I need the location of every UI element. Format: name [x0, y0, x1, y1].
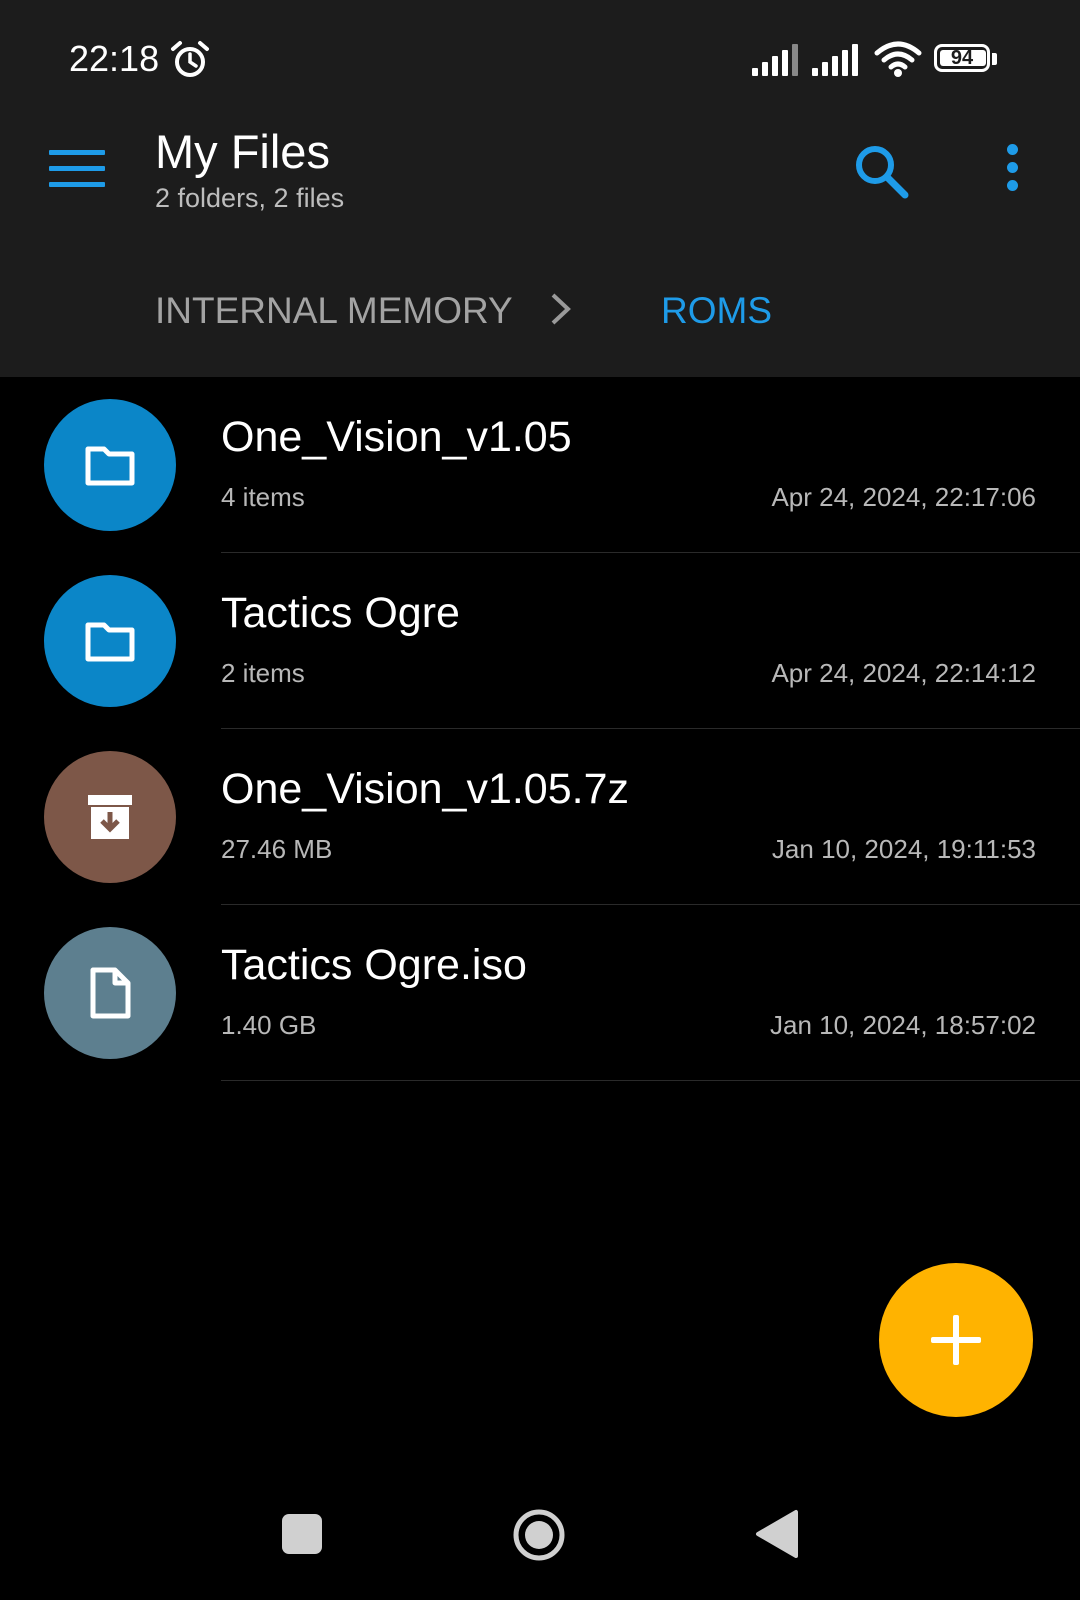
- list-item[interactable]: Tactics Ogre 2 items Apr 24, 2024, 22:14…: [0, 553, 1080, 729]
- search-icon[interactable]: [850, 140, 914, 204]
- file-name: One_Vision_v1.05.7z: [221, 765, 629, 813]
- page-title: My Files: [155, 125, 330, 178]
- file-date: Jan 10, 2024, 18:57:02: [769, 1010, 1036, 1040]
- back-icon[interactable]: [754, 1509, 798, 1559]
- recents-icon[interactable]: [282, 1514, 322, 1554]
- file-date: Apr 24, 2024, 22:14:12: [771, 658, 1036, 688]
- folder-icon: [44, 575, 176, 707]
- file-date: Apr 24, 2024, 22:17:06: [771, 482, 1036, 512]
- file-date: Jan 10, 2024, 19:11:53: [771, 834, 1036, 864]
- file-name: One_Vision_v1.05: [221, 413, 572, 461]
- file-meta: 4 items: [221, 482, 305, 512]
- status-time: 22:18: [69, 38, 160, 79]
- signal-icon: [812, 44, 858, 76]
- file-name: Tactics Ogre.iso: [221, 941, 527, 989]
- file-name: Tactics Ogre: [221, 589, 460, 637]
- hamburger-menu-icon[interactable]: [40, 140, 110, 200]
- wifi-icon: [874, 41, 922, 77]
- alarm-icon: [171, 41, 209, 77]
- signal-icon: [752, 44, 798, 76]
- more-vert-icon[interactable]: [990, 140, 1036, 196]
- file-meta: 1.40 GB: [221, 1010, 317, 1040]
- list-item[interactable]: One_Vision_v1.05.7z 27.46 MB Jan 10, 202…: [0, 729, 1080, 905]
- file-meta: 27.46 MB: [221, 834, 333, 864]
- divider: [221, 1080, 1080, 1081]
- chevron-right-icon: [551, 293, 571, 325]
- app-header: 22:18 94 My Files 2 folders, 2 files INT…: [0, 0, 1080, 377]
- list-item[interactable]: Tactics Ogre.iso 1.40 GB Jan 10, 2024, 1…: [0, 905, 1080, 1081]
- file-icon: [44, 927, 176, 1059]
- list-item[interactable]: One_Vision_v1.05 4 items Apr 24, 2024, 2…: [0, 377, 1080, 553]
- breadcrumb-roms[interactable]: ROMS: [661, 290, 772, 332]
- battery-level: 94: [950, 47, 974, 69]
- add-button[interactable]: [879, 1263, 1033, 1417]
- home-icon[interactable]: [512, 1508, 566, 1562]
- folder-icon: [44, 399, 176, 531]
- breadcrumb-internal-memory[interactable]: INTERNAL MEMORY: [155, 290, 513, 332]
- page-subtitle: 2 folders, 2 files: [155, 183, 345, 213]
- file-meta: 2 items: [221, 658, 305, 688]
- battery-icon: 94: [934, 44, 998, 76]
- archive-icon: [44, 751, 176, 883]
